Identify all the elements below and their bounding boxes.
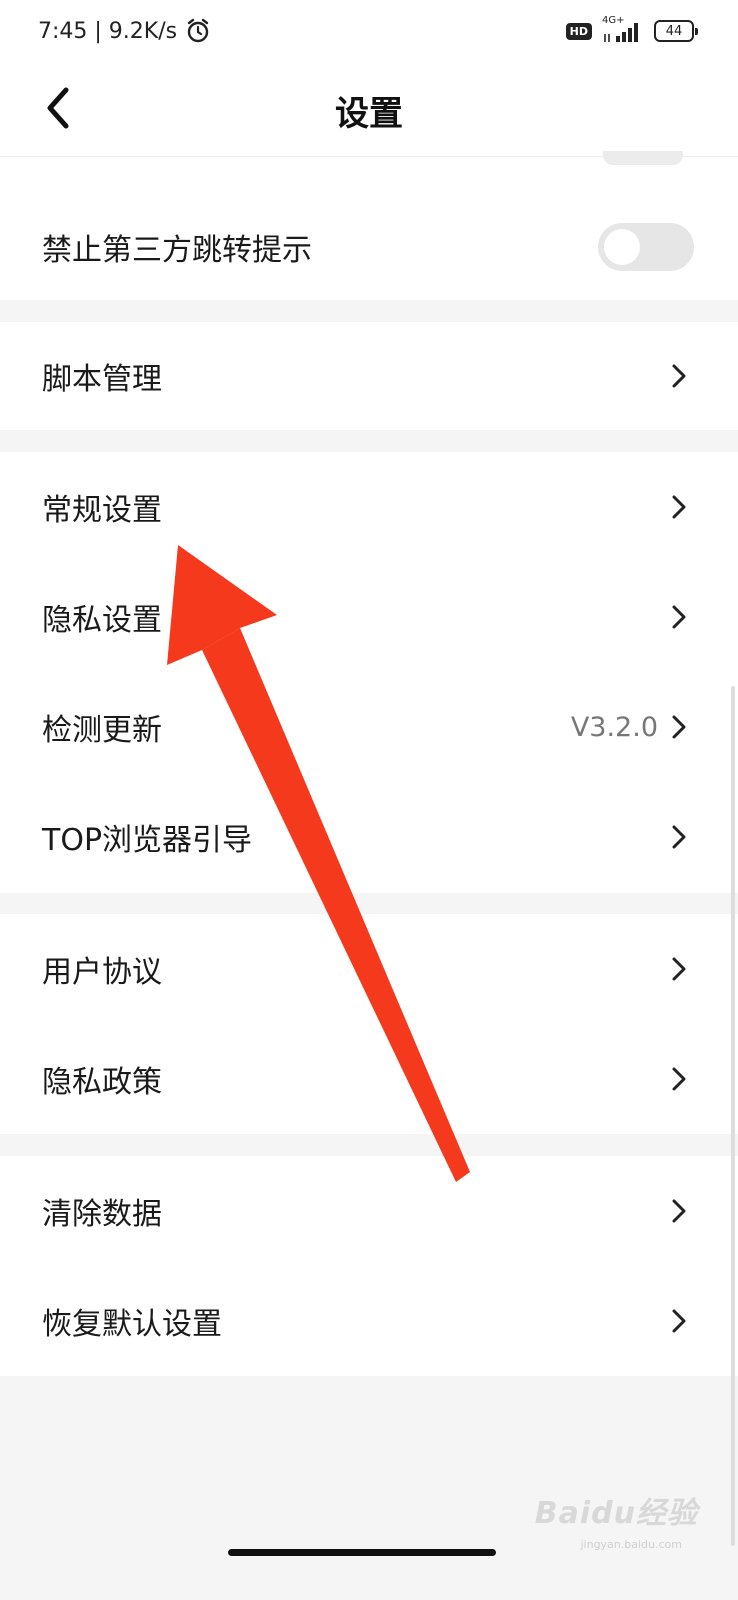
chevron-right-icon [672,714,694,740]
chevron-right-icon [672,1198,694,1224]
battery-icon: 44 [654,20,698,42]
baidu-watermark-url: jingyan.baidu.com [580,1538,682,1551]
row-label: 用户协议 [42,955,162,990]
settings-row-clear-data[interactable]: 清除数据 [0,1156,738,1266]
chevron-right-icon [672,824,694,850]
settings-row-top-browser-guide[interactable]: TOP浏览器引导 [0,782,738,892]
chevron-right-icon [672,604,694,630]
settings-row-privacy[interactable]: 隐私设置 [0,562,738,672]
page-title: 设置 [335,94,403,134]
group-toggle: 禁止第三方跳转提示 [0,151,738,300]
baidu-watermark: Baidu经验 [534,1496,698,1531]
settings-row-script-management[interactable]: 脚本管理 [0,322,738,430]
status-bar: 7:45 | 9.2K/s HD 4G+ 44 [0,0,738,64]
group-script: 脚本管理 [0,322,738,430]
settings-row-restore-defaults[interactable]: 恢复默认设置 [0,1266,738,1376]
chevron-right-icon [672,1308,694,1334]
row-label: 禁止第三方跳转提示 [42,232,312,268]
row-label: 隐私政策 [42,1065,162,1100]
chevron-right-icon [672,494,694,520]
signal-icon: 4G+ [602,15,644,44]
hd-badge: HD [565,22,592,40]
home-indicator[interactable] [228,1549,496,1556]
settings-row-privacy-policy[interactable]: 隐私政策 [0,1024,738,1134]
group-data: 清除数据 恢复默认设置 [0,1156,738,1376]
alarm-icon [187,18,209,43]
nav-bar: 设置 [0,64,738,157]
group-general: 常规设置 隐私设置 检测更新 V3.2.0 TOP浏览器引导 [0,452,738,893]
group-legal: 用户协议 隐私政策 [0,914,738,1134]
row-label: 隐私设置 [42,603,162,638]
chevron-right-icon [672,956,694,982]
row-label: 清除数据 [42,1197,162,1232]
block-third-party-toggle[interactable] [598,222,694,271]
row-label: TOP浏览器引导 [42,823,253,858]
row-label: 脚本管理 [42,362,162,397]
status-time-speed: 7:45 | 9.2K/s [38,18,178,44]
battery-level: 44 [665,23,683,39]
version-value: V3.2.0 [570,711,658,743]
chevron-right-icon [672,363,694,389]
chevron-right-icon [672,1066,694,1092]
row-label: 检测更新 [42,713,162,748]
settings-row-user-agreement[interactable]: 用户协议 [0,914,738,1024]
status-right: HD 4G+ 44 [565,15,698,44]
toggle-knob [604,228,640,265]
scrollbar[interactable] [731,686,735,1546]
status-left: 7:45 | 9.2K/s [38,18,211,44]
settings-row-block-third-party: 禁止第三方跳转提示 [0,157,738,300]
settings-row-check-update[interactable]: 检测更新 V3.2.0 [0,672,738,782]
row-label: 恢复默认设置 [42,1307,222,1342]
settings-row-general[interactable]: 常规设置 [0,452,738,562]
row-label: 常规设置 [42,493,162,528]
